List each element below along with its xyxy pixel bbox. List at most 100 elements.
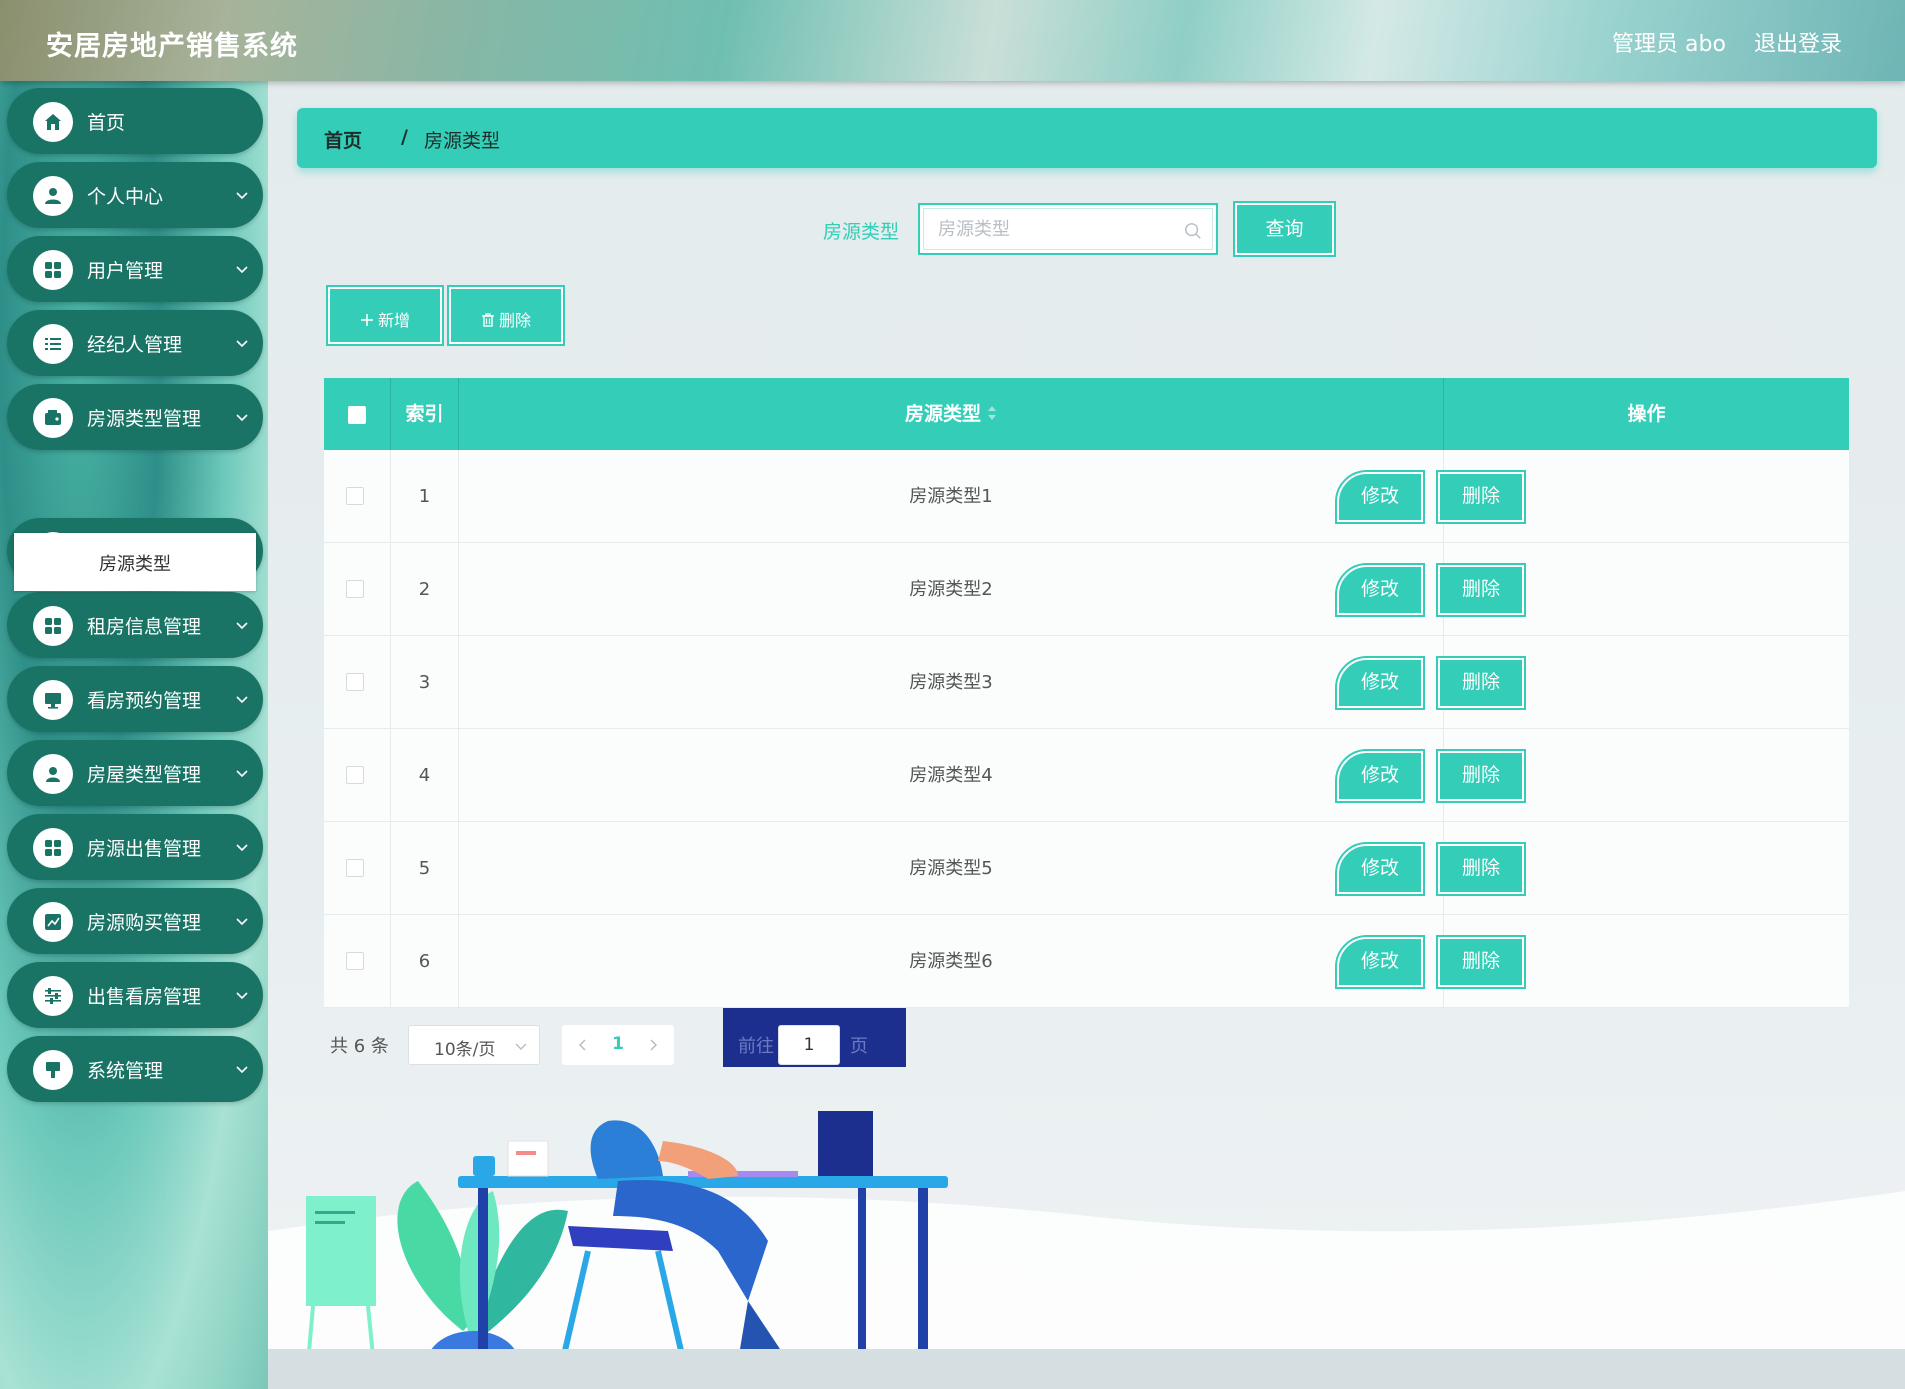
sidebar-item-label: 经纪人管理 — [87, 334, 183, 356]
trash-icon — [481, 313, 494, 327]
delete-button[interactable]: 删除 — [1436, 470, 1526, 524]
header-action: 操作 — [1627, 403, 1666, 425]
header-select-cell — [324, 378, 391, 450]
sidebar-item-label: 房源出售管理 — [87, 838, 202, 860]
search-input[interactable] — [938, 209, 1178, 249]
delete-button[interactable]: 删除 — [1436, 563, 1526, 617]
sidebar-item-11[interactable]: 出售看房管理 — [7, 962, 263, 1028]
submenu-item-listing-type[interactable]: 房源类型 — [14, 533, 256, 591]
breadcrumb-separator: / — [401, 126, 408, 148]
sidebar-item-label: 房源购买管理 — [87, 912, 202, 934]
edit-button[interactable]: 修改 — [1335, 563, 1425, 617]
sidebar-item-label: 个人中心 — [87, 186, 164, 208]
chevron-down-icon — [236, 918, 248, 926]
chevron-down-icon — [236, 622, 248, 630]
breadcrumb-current: 房源类型 — [424, 130, 501, 152]
edit-button[interactable]: 修改 — [1335, 656, 1425, 710]
delete-button[interactable]: 删除 — [1436, 749, 1526, 803]
batch-delete-label: 删除 — [498, 311, 531, 330]
grid-icon-wrap — [33, 250, 73, 290]
grid-icon — [45, 840, 61, 856]
row-type: 房源类型5 — [459, 822, 1444, 915]
sidebar-item-label: 租房信息管理 — [87, 616, 202, 638]
row-select-cell — [324, 450, 391, 543]
row-select-cell — [324, 636, 391, 729]
sidebar-item-6[interactable]: 租房信息管理 — [7, 592, 263, 658]
edit-button[interactable]: 修改 — [1335, 935, 1425, 989]
row-checkbox[interactable] — [346, 580, 364, 598]
sort-icon[interactable] — [987, 405, 997, 421]
row-index: 3 — [391, 636, 459, 729]
row-index: 1 — [391, 450, 459, 543]
delete-button[interactable]: 删除 — [1436, 842, 1526, 896]
table-row: 4 房源类型4 修改 删除 — [324, 729, 1849, 822]
query-button[interactable]: 查询 — [1233, 201, 1336, 257]
row-checkbox[interactable] — [346, 487, 364, 505]
sliders-icon-wrap — [33, 976, 73, 1016]
sidebar-item-label: 出售看房管理 — [87, 986, 202, 1008]
table-row: 2 房源类型2 修改 删除 — [324, 543, 1849, 636]
logout-link[interactable]: 退出登录 — [1754, 26, 1842, 58]
chevron-down-icon — [515, 1043, 527, 1050]
chevron-down-icon — [236, 414, 248, 422]
sidebar-item-12[interactable]: 系统管理 — [7, 1036, 263, 1102]
sidebar-item-1[interactable]: 个人中心 — [7, 162, 263, 228]
chevron-down-icon — [236, 770, 248, 778]
table-header: 索引 房源类型 操作 — [324, 378, 1849, 450]
goto-suffix: 页 — [850, 1036, 868, 1057]
sidebar-item-2[interactable]: 用户管理 — [7, 236, 263, 302]
grid-icon — [45, 262, 61, 278]
list-icon-wrap — [33, 324, 73, 364]
sidebar-item-9[interactable]: 房源出售管理 — [7, 814, 263, 880]
goto-prefix: 前往 — [738, 1036, 774, 1057]
sidebar-item-3[interactable]: 经纪人管理 — [7, 310, 263, 376]
row-index: 5 — [391, 822, 459, 915]
sidebar-item-label: 系统管理 — [87, 1060, 164, 1082]
page-size-select[interactable]: 10条/页 — [408, 1025, 540, 1065]
row-type: 房源类型6 — [459, 915, 1444, 1008]
select-all-checkbox[interactable] — [348, 406, 366, 424]
grid-icon-wrap — [33, 828, 73, 868]
sidebar-item-0[interactable]: 首页 — [7, 88, 263, 154]
sidebar-item-label: 看房预约管理 — [87, 690, 202, 712]
row-index: 2 — [391, 543, 459, 636]
plus-icon — [360, 314, 373, 326]
search-field-wrapper — [918, 203, 1218, 255]
header-type: 房源类型 — [904, 403, 981, 425]
table-row: 1 房源类型1 修改 删除 — [324, 450, 1849, 543]
table-row: 3 房源类型3 修改 删除 — [324, 636, 1849, 729]
app-title: 安居房地产销售系统 — [46, 31, 298, 62]
row-type: 房源类型2 — [459, 543, 1444, 636]
next-page-icon[interactable] — [646, 1038, 660, 1052]
sidebar-item-8[interactable]: 房屋类型管理 — [7, 740, 263, 806]
row-checkbox[interactable] — [346, 673, 364, 691]
goto-page-input[interactable]: 1 — [778, 1025, 840, 1065]
edit-button[interactable]: 修改 — [1335, 749, 1425, 803]
sidebar-item-7[interactable]: 看房预约管理 — [7, 666, 263, 732]
edit-button[interactable]: 修改 — [1335, 842, 1425, 896]
chevron-down-icon — [236, 844, 248, 852]
row-checkbox[interactable] — [346, 952, 364, 970]
person-icon — [45, 188, 61, 204]
list-icon — [45, 338, 61, 350]
monitor-icon-wrap — [33, 680, 73, 720]
row-checkbox[interactable] — [346, 766, 364, 784]
breadcrumb-home[interactable]: 首页 — [324, 126, 362, 153]
header-type-cell[interactable]: 房源类型 — [459, 378, 1444, 450]
delete-button[interactable]: 删除 — [1436, 935, 1526, 989]
header-index: 索引 — [391, 378, 459, 450]
pagination-total: 共 6 条 — [330, 1036, 389, 1057]
add-button[interactable]: 新增 — [326, 285, 444, 346]
sidebar-item-10[interactable]: 房源购买管理 — [7, 888, 263, 954]
sidebar-item-4[interactable]: 房源类型管理 — [7, 384, 263, 450]
breadcrumb: 首页 / 房源类型 — [297, 108, 1877, 168]
current-user-label: 管理员 abo — [1612, 32, 1726, 57]
delete-button[interactable]: 删除 — [1436, 656, 1526, 710]
row-checkbox[interactable] — [346, 859, 364, 877]
edit-button[interactable]: 修改 — [1335, 470, 1425, 524]
batch-delete-button[interactable]: 删除 — [447, 285, 565, 346]
row-select-cell — [324, 729, 391, 822]
table-row: 6 房源类型6 修改 删除 — [324, 915, 1849, 1008]
search-icon — [1185, 223, 1201, 239]
table-row: 5 房源类型5 修改 删除 — [324, 822, 1849, 915]
